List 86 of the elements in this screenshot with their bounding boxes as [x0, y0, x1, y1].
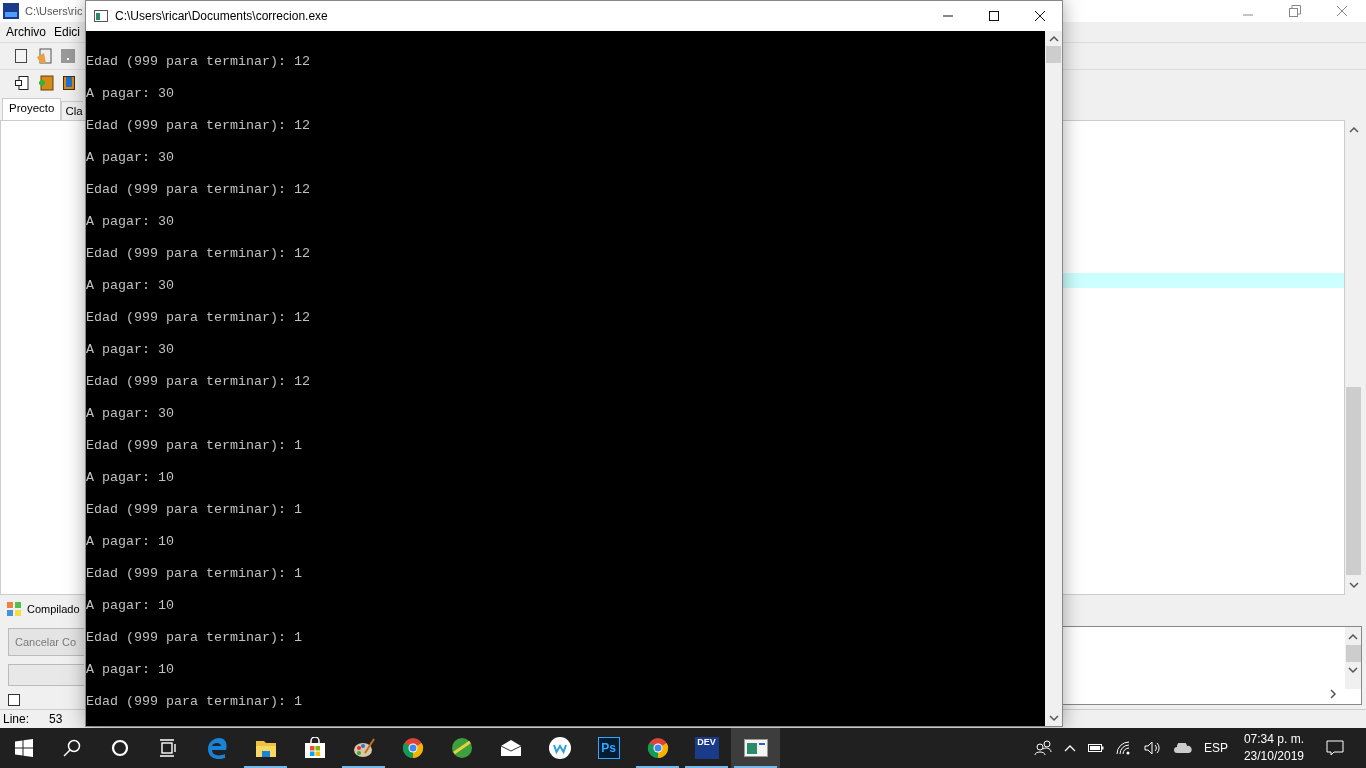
search-icon[interactable]: [63, 739, 81, 757]
menu-item[interactable]: Edici: [54, 25, 81, 39]
line-number: 53: [49, 712, 63, 726]
console-output-line: Edad (999 para terminar): 1: [86, 437, 303, 455]
cloud-icon[interactable]: [1173, 743, 1192, 753]
letter-e-icon: [205, 737, 228, 759]
windows-start-icon[interactable]: [15, 739, 33, 757]
console-output-line: Edad (999 para terminar): 1: [86, 501, 303, 519]
console-output-line: Edad (999 para terminar): 12: [86, 181, 311, 199]
console-output-line: A pagar: 30: [86, 277, 175, 295]
console-output-line: A pagar: 30: [86, 405, 175, 423]
window-icon[interactable]: [14, 75, 30, 91]
battery-icon[interactable]: [1087, 743, 1104, 753]
running-indicator: [734, 766, 777, 768]
running-indicator: [636, 766, 679, 768]
close-icon[interactable]: [1034, 10, 1046, 22]
taskbar-app[interactable]: Ps: [584, 728, 633, 768]
console-output-line: Edad (999 para terminar): 12: [86, 117, 311, 135]
circle-icon[interactable]: [111, 739, 129, 757]
app-icon: Ps: [597, 737, 620, 759]
app-icon: [450, 737, 473, 759]
people-icon[interactable]: [1033, 740, 1052, 756]
book-icon[interactable]: [62, 75, 76, 91]
panel-tab[interactable]: Proyecto: [2, 98, 62, 120]
scroll-thumb[interactable]: [1345, 645, 1361, 662]
maximize-icon[interactable]: [988, 10, 1000, 22]
console-output-line: Edad (999 para terminar): 1: [86, 629, 303, 647]
volume-icon[interactable]: [1143, 741, 1162, 755]
console-output-line: A pagar: 30: [86, 213, 175, 231]
console-output-line: Edad (999 para terminar): 12: [86, 53, 311, 71]
window-title: C:\Users\ricar\Documents\correcion.exe: [115, 9, 328, 23]
app-logo-icon: [3, 3, 19, 19]
running-indicator: [342, 766, 385, 768]
app-icon: DEV: [694, 737, 719, 759]
language-indicator[interactable]: ESP: [1203, 741, 1228, 755]
chrome-icon: [646, 737, 669, 759]
scroll-up-icon[interactable]: [1348, 126, 1359, 134]
running-indicator: [244, 766, 287, 768]
scroll-thumb[interactable]: [1346, 387, 1361, 575]
taskbar-app[interactable]: [731, 728, 780, 768]
chrome-icon: [401, 737, 424, 759]
scroll-down-icon[interactable]: [1348, 666, 1358, 674]
clock-time[interactable]: 07:34 p. m.: [1243, 731, 1304, 748]
folder-icon: [254, 738, 277, 758]
taskbar-app[interactable]: DEV: [682, 728, 731, 768]
console-output-line: A pagar: 10: [86, 661, 175, 679]
console-output-line: A pagar: 10: [86, 533, 175, 551]
scroll-thumb[interactable]: [1046, 46, 1061, 63]
console-output-line: A pagar: 30: [86, 85, 175, 103]
console-output-line: A pagar: 10: [86, 469, 175, 487]
console-output-line: A pagar: 30: [86, 341, 175, 359]
menu-item[interactable]: Archivo: [6, 25, 46, 39]
scroll-up-icon[interactable]: [1048, 35, 1059, 43]
panel-tab[interactable]: Compilado: [27, 603, 80, 615]
task-view-icon[interactable]: [159, 739, 177, 757]
checkbox[interactable]: [8, 694, 20, 706]
scroll-right-icon[interactable]: [1329, 689, 1337, 699]
new-file-icon[interactable]: [14, 48, 28, 64]
add-file-icon[interactable]: [38, 75, 54, 91]
window-title: C:\Users\ric: [25, 5, 83, 17]
running-indicator: [685, 766, 728, 768]
notification-icon[interactable]: [1326, 740, 1344, 756]
scroll-down-icon[interactable]: [1348, 581, 1359, 589]
console-output-line: Edad (999 para terminar): 1: [86, 693, 303, 711]
window-icon: [743, 739, 768, 757]
status-label: Line:: [3, 712, 30, 726]
clock-date[interactable]: 23/10/2019: [1243, 748, 1304, 765]
envelope-icon: [499, 739, 522, 757]
console-app-icon: [94, 10, 108, 22]
shopping-bag-icon: [303, 737, 326, 759]
palette-icon: [352, 737, 375, 759]
letter-w-icon: [548, 737, 571, 759]
console-output-line: A pagar: 10: [86, 597, 175, 615]
wifi-icon[interactable]: [1115, 741, 1132, 755]
console-output-line: Edad (999 para terminar): 12: [86, 373, 311, 391]
console-output-line: A pagar: 30: [86, 149, 175, 167]
console-output-line: Edad (999 para terminar): 12: [86, 309, 311, 327]
scroll-down-icon[interactable]: [1048, 714, 1059, 722]
grid-icon: [6, 601, 22, 617]
chevron-up-icon[interactable]: [1063, 744, 1076, 752]
console-output-line: Edad (999 para terminar): 12: [86, 245, 311, 263]
console-output-line: Edad (999 para terminar): 1: [86, 565, 303, 583]
scroll-up-icon[interactable]: [1348, 633, 1358, 641]
save-icon[interactable]: [60, 48, 76, 64]
restore-icon[interactable]: [1289, 5, 1301, 17]
panel-tab[interactable]: Cla: [61, 101, 83, 120]
